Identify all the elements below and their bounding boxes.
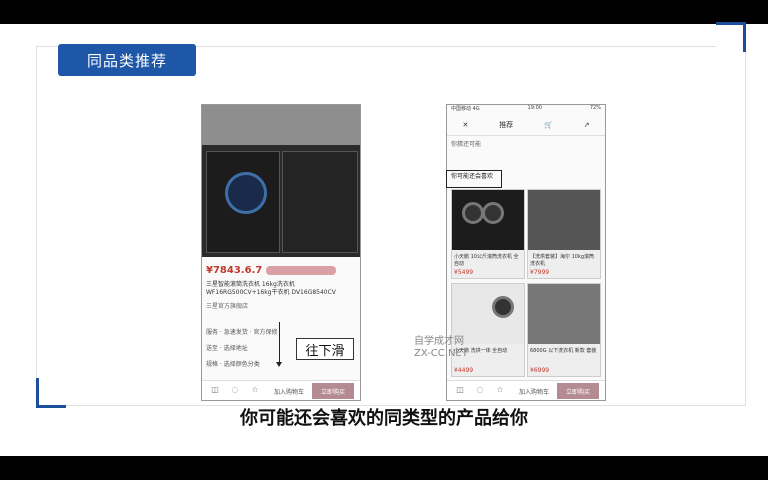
favorite-icon[interactable]: ☆ [493,385,507,397]
nav-title: 推荐 [499,121,514,129]
washer-door-icon [492,296,514,318]
status-bar: 中国移动 4G 19:00 72% [447,105,605,115]
scroll-down-annotation: 往下滑 [296,338,354,360]
product-card-price: ¥7999 [530,269,550,276]
dryer-image [282,151,358,253]
product-card-title: 【洗烘套装】海尔 10kg滚筒洗衣机 [530,254,595,267]
watermark-line2: ZX-CC.NET [414,348,468,359]
slide-canvas [0,24,768,456]
product-card-image [452,284,524,344]
info-row-service[interactable]: 服务 · 急速发货 · 官方保修 [206,327,356,336]
price-row: ¥7843.6.7 [206,263,356,277]
section-label: 你猜还可能 [451,141,482,148]
watermark: 自学成才网 ZX-CC.NET [414,336,468,360]
cart-icon[interactable]: 🛒 [544,121,553,129]
product-card-image [528,190,600,250]
battery-text: 72% [589,105,601,111]
buy-now-button[interactable]: 立即购买 [557,383,599,399]
product-photo [202,105,360,257]
shop-icon[interactable]: ◫ [453,385,467,397]
frame-corner-top-right [716,22,746,52]
product-card-price: ¥4499 [454,367,474,374]
product-price: ¥7843.6.7 [206,264,263,276]
service-icon[interactable]: ◌ [473,385,487,397]
share-icon[interactable]: ↗ [584,121,590,129]
product-description: 三星智能滚筒洗衣机 16kg洗衣机 WF16RG500CV+16kg干衣机 DV… [206,281,336,296]
washer-door-icon [225,172,267,214]
close-icon[interactable]: ✕ [462,121,468,129]
shelf-area [202,105,360,145]
product-card-image [528,284,600,344]
frame-line-right [745,52,746,406]
nav-bar: ✕ 推荐 🛒 ↗ [447,115,605,136]
recommendation-screenshot: 中国移动 4G 19:00 72% ✕ 推荐 🛒 ↗ 你猜还可能 你可能还会喜欢… [446,104,606,401]
bottom-action-bar: ◫ ◌ ☆ 加入购物车 立即购买 [202,380,360,400]
carrier-text: 中国移动 4G [451,106,480,112]
add-to-cart-button[interactable]: 加入购物车 [511,383,557,399]
washer-door-icon [462,202,484,224]
product-card-title: 小天鹅 10公斤滚筒洗衣机 全自动 [454,254,519,267]
product-card-price: ¥5499 [454,269,474,276]
add-to-cart-button[interactable]: 加入购物车 [266,383,312,399]
product-card[interactable]: 【洗烘套装】海尔 10kg滚筒洗衣机 ¥7999 [527,189,601,279]
product-card-image [452,190,524,250]
scroll-down-arrow-icon [276,322,282,367]
service-icon[interactable]: ◌ [228,385,242,397]
bottom-action-bar: ◫ ◌ ☆ 加入购物车 立即购买 [447,380,605,400]
washer-door-icon [482,202,504,224]
product-card[interactable]: 小天鹅 10公斤滚筒洗衣机 全自动 ¥5499 [451,189,525,279]
promo-tag [266,265,337,275]
product-card-price: ¥6999 [530,367,550,374]
product-card-title: 6800G 以下洗衣机 新款 套装 [530,348,597,354]
time-text: 19:00 [527,105,542,111]
frame-line-left [36,46,37,378]
washer-image [206,151,280,253]
shop-name: 三星官方旗舰店 [206,303,249,310]
watermark-line1: 自学成才网 [414,336,464,347]
buy-now-button[interactable]: 立即购买 [312,383,354,399]
favorite-icon[interactable]: ☆ [248,385,262,397]
highlight-box [446,170,502,188]
caption-subtitle: 你可能还会喜欢的同类型的产品给你 [240,408,528,429]
shop-icon[interactable]: ◫ [208,385,222,397]
product-card[interactable]: 小天鹅 洗烘一体 全自动 ¥4499 [451,283,525,377]
product-card[interactable]: 6800G 以下洗衣机 新款 套装 ¥6999 [527,283,601,377]
section-title: 同品类推荐 [58,44,196,76]
